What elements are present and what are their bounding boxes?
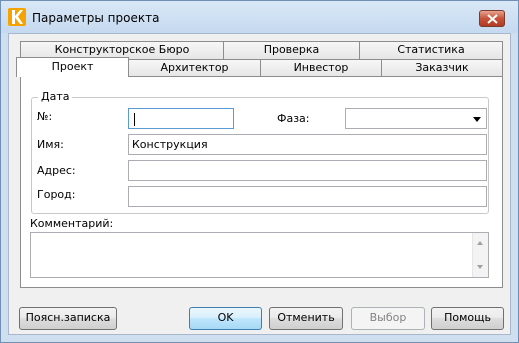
- comment-scrollbar[interactable]: [472, 233, 488, 277]
- select-button: Выбор: [351, 307, 425, 330]
- date-group: Дата №: Фаза: Имя: Конструкция Адрес: Го…: [31, 90, 489, 214]
- city-label: Город:: [37, 188, 76, 201]
- tab-review[interactable]: Проверка: [223, 41, 360, 59]
- tab-panel-project: Дата №: Фаза: Имя: Конструкция Адрес: Го…: [20, 76, 503, 288]
- app-logo-icon: [8, 8, 26, 26]
- comment-label: Комментарий:: [30, 217, 114, 230]
- scroll-up-icon[interactable]: [477, 241, 483, 245]
- name-label: Имя:: [37, 138, 64, 151]
- tab-project[interactable]: Проект: [16, 57, 129, 77]
- tab-statistics[interactable]: Статистика: [359, 41, 503, 59]
- dialog-window: Параметры проекта Конструкторское Бюро П…: [0, 0, 519, 343]
- address-input[interactable]: [128, 160, 487, 181]
- cancel-button[interactable]: Отменить: [269, 307, 343, 330]
- help-button[interactable]: Помощь: [431, 307, 504, 330]
- number-label: №:: [37, 110, 53, 123]
- tab-architect[interactable]: Архитектор: [128, 59, 261, 77]
- close-icon: [487, 14, 498, 24]
- date-group-label: Дата: [38, 90, 73, 103]
- ok-button[interactable]: OK: [189, 307, 262, 330]
- chevron-down-icon: [473, 117, 481, 122]
- scroll-down-icon[interactable]: [477, 265, 483, 269]
- address-label: Адрес:: [37, 164, 76, 177]
- explanatory-note-button[interactable]: Поясн.записка: [19, 307, 117, 330]
- number-input[interactable]: [128, 108, 234, 129]
- close-button[interactable]: [479, 10, 505, 27]
- comment-textarea[interactable]: [30, 232, 489, 278]
- tab-customer[interactable]: Заказчик: [381, 59, 503, 77]
- name-input[interactable]: Конструкция: [128, 134, 487, 155]
- phase-select[interactable]: [345, 108, 487, 129]
- title-bar[interactable]: Параметры проекта: [1, 1, 518, 33]
- city-input[interactable]: [128, 186, 487, 207]
- tab-investor[interactable]: Инвестор: [260, 59, 382, 77]
- window-title: Параметры проекта: [32, 11, 160, 25]
- text-caret: [134, 113, 135, 126]
- phase-label: Фаза:: [277, 112, 310, 125]
